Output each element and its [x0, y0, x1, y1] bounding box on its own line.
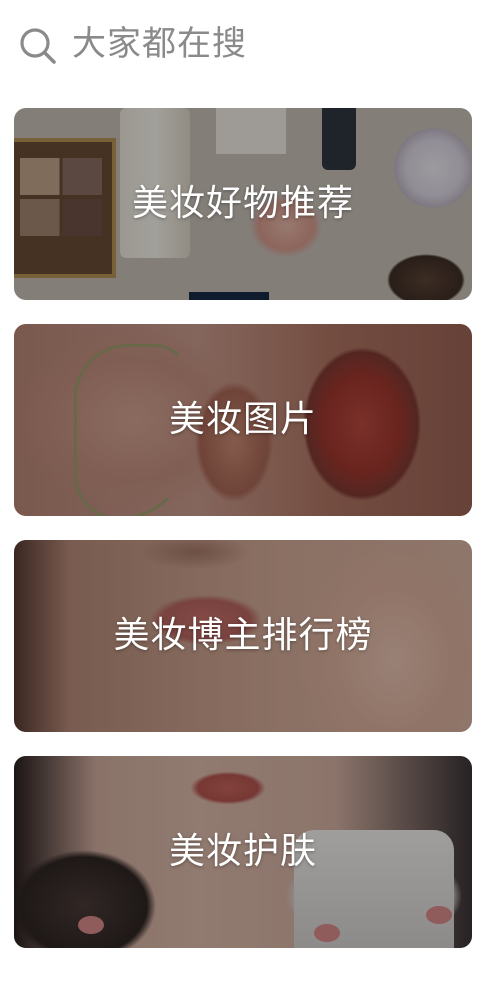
topic-card-list: 美妆好物推荐 美妆图片 美妆博主排行榜 美妆护肤 — [14, 108, 472, 972]
card-title: 美妆博主排行榜 — [113, 615, 373, 656]
card-title: 美妆好物推荐 — [131, 183, 354, 224]
search-hint-label[interactable]: 大家都在搜 — [72, 22, 247, 66]
topic-card-beauty-recommendations[interactable]: 美妆好物推荐 — [14, 108, 472, 300]
topic-card-blogger-ranking[interactable]: 美妆博主排行榜 — [14, 540, 472, 732]
topic-card-beauty-pictures[interactable]: 美妆图片 — [14, 324, 472, 516]
search-header[interactable]: 大家都在搜 — [0, 0, 498, 90]
topic-card-skincare[interactable]: 美妆护肤 — [14, 756, 472, 948]
search-icon[interactable] — [18, 26, 58, 66]
card-title: 美妆护肤 — [168, 831, 317, 872]
card-title: 美妆图片 — [168, 399, 317, 440]
